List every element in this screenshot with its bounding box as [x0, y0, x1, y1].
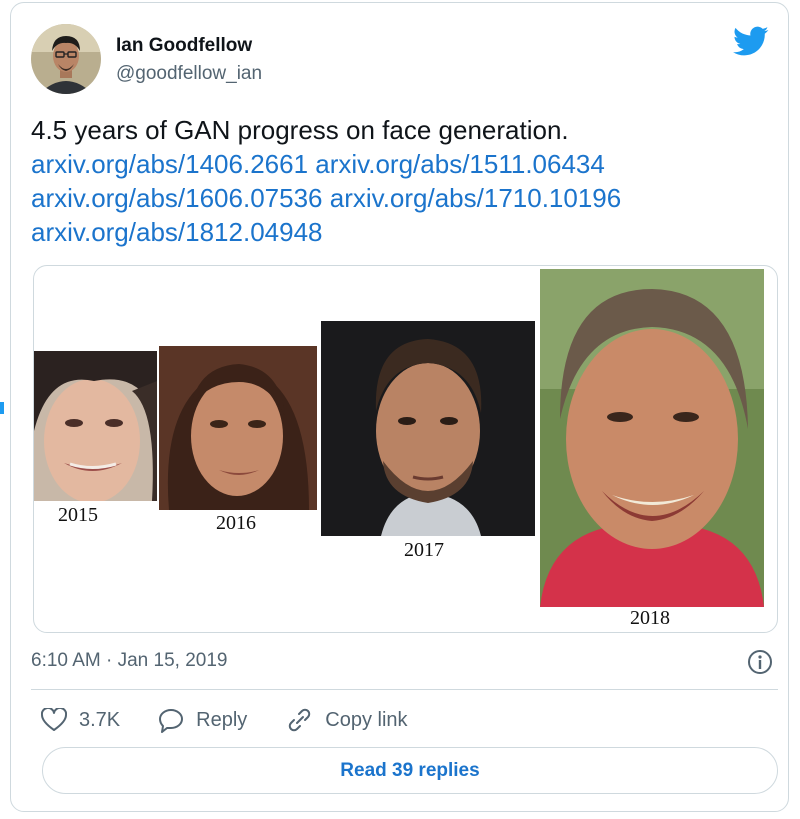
- tweet-text: 4.5 years of GAN progress on face genera…: [31, 113, 761, 249]
- info-icon[interactable]: [747, 649, 773, 675]
- year-label-2016: 2016: [216, 512, 256, 534]
- focus-indicator: [0, 402, 4, 414]
- arxiv-link-1[interactable]: arxiv.org/abs/1406.2661: [31, 149, 308, 179]
- avatar[interactable]: [31, 24, 101, 94]
- copy-link-button[interactable]: Copy link: [285, 707, 408, 733]
- read-replies-button[interactable]: Read 39 replies: [42, 747, 778, 794]
- link-icon: [289, 708, 311, 732]
- tweet-media[interactable]: 2015 2016 2017 2018: [33, 265, 778, 633]
- tweet-card: Ian Goodfellow @goodfellow_ian 4.5 years…: [10, 2, 789, 812]
- author-name[interactable]: Ian Goodfellow: [116, 35, 252, 57]
- year-label-2018: 2018: [630, 607, 670, 629]
- arxiv-link-5[interactable]: arxiv.org/abs/1812.04948: [31, 217, 323, 247]
- face-image-2016: [159, 346, 317, 510]
- arxiv-link-4[interactable]: arxiv.org/abs/1710.10196: [330, 183, 622, 213]
- action-bar: 3.7K Reply Copy link: [41, 703, 446, 737]
- like-count: 3.7K: [79, 708, 121, 731]
- divider: [31, 689, 778, 690]
- reply-button[interactable]: Reply: [158, 707, 247, 733]
- heart-icon: [41, 708, 67, 731]
- arxiv-link-2[interactable]: arxiv.org/abs/1511.06434: [315, 149, 605, 179]
- author-handle[interactable]: @goodfellow_ian: [116, 63, 262, 85]
- tweet-body: 4.5 years of GAN progress on face genera…: [31, 115, 569, 145]
- year-label-2017: 2017: [404, 539, 444, 561]
- reply-label: Reply: [196, 708, 248, 731]
- face-image-2015: [34, 351, 157, 501]
- face-image-2018: [540, 269, 764, 607]
- reply-icon: [159, 709, 184, 733]
- face-image-2017: [321, 321, 535, 536]
- copy-link-label: Copy link: [325, 708, 408, 731]
- arxiv-link-3[interactable]: arxiv.org/abs/1606.07536: [31, 183, 323, 213]
- like-button[interactable]: 3.7K: [41, 708, 120, 732]
- tweet-timestamp[interactable]: 6:10 AM · Jan 15, 2019: [31, 650, 227, 672]
- year-label-2015: 2015: [58, 504, 98, 526]
- bird-icon[interactable]: [733, 26, 769, 58]
